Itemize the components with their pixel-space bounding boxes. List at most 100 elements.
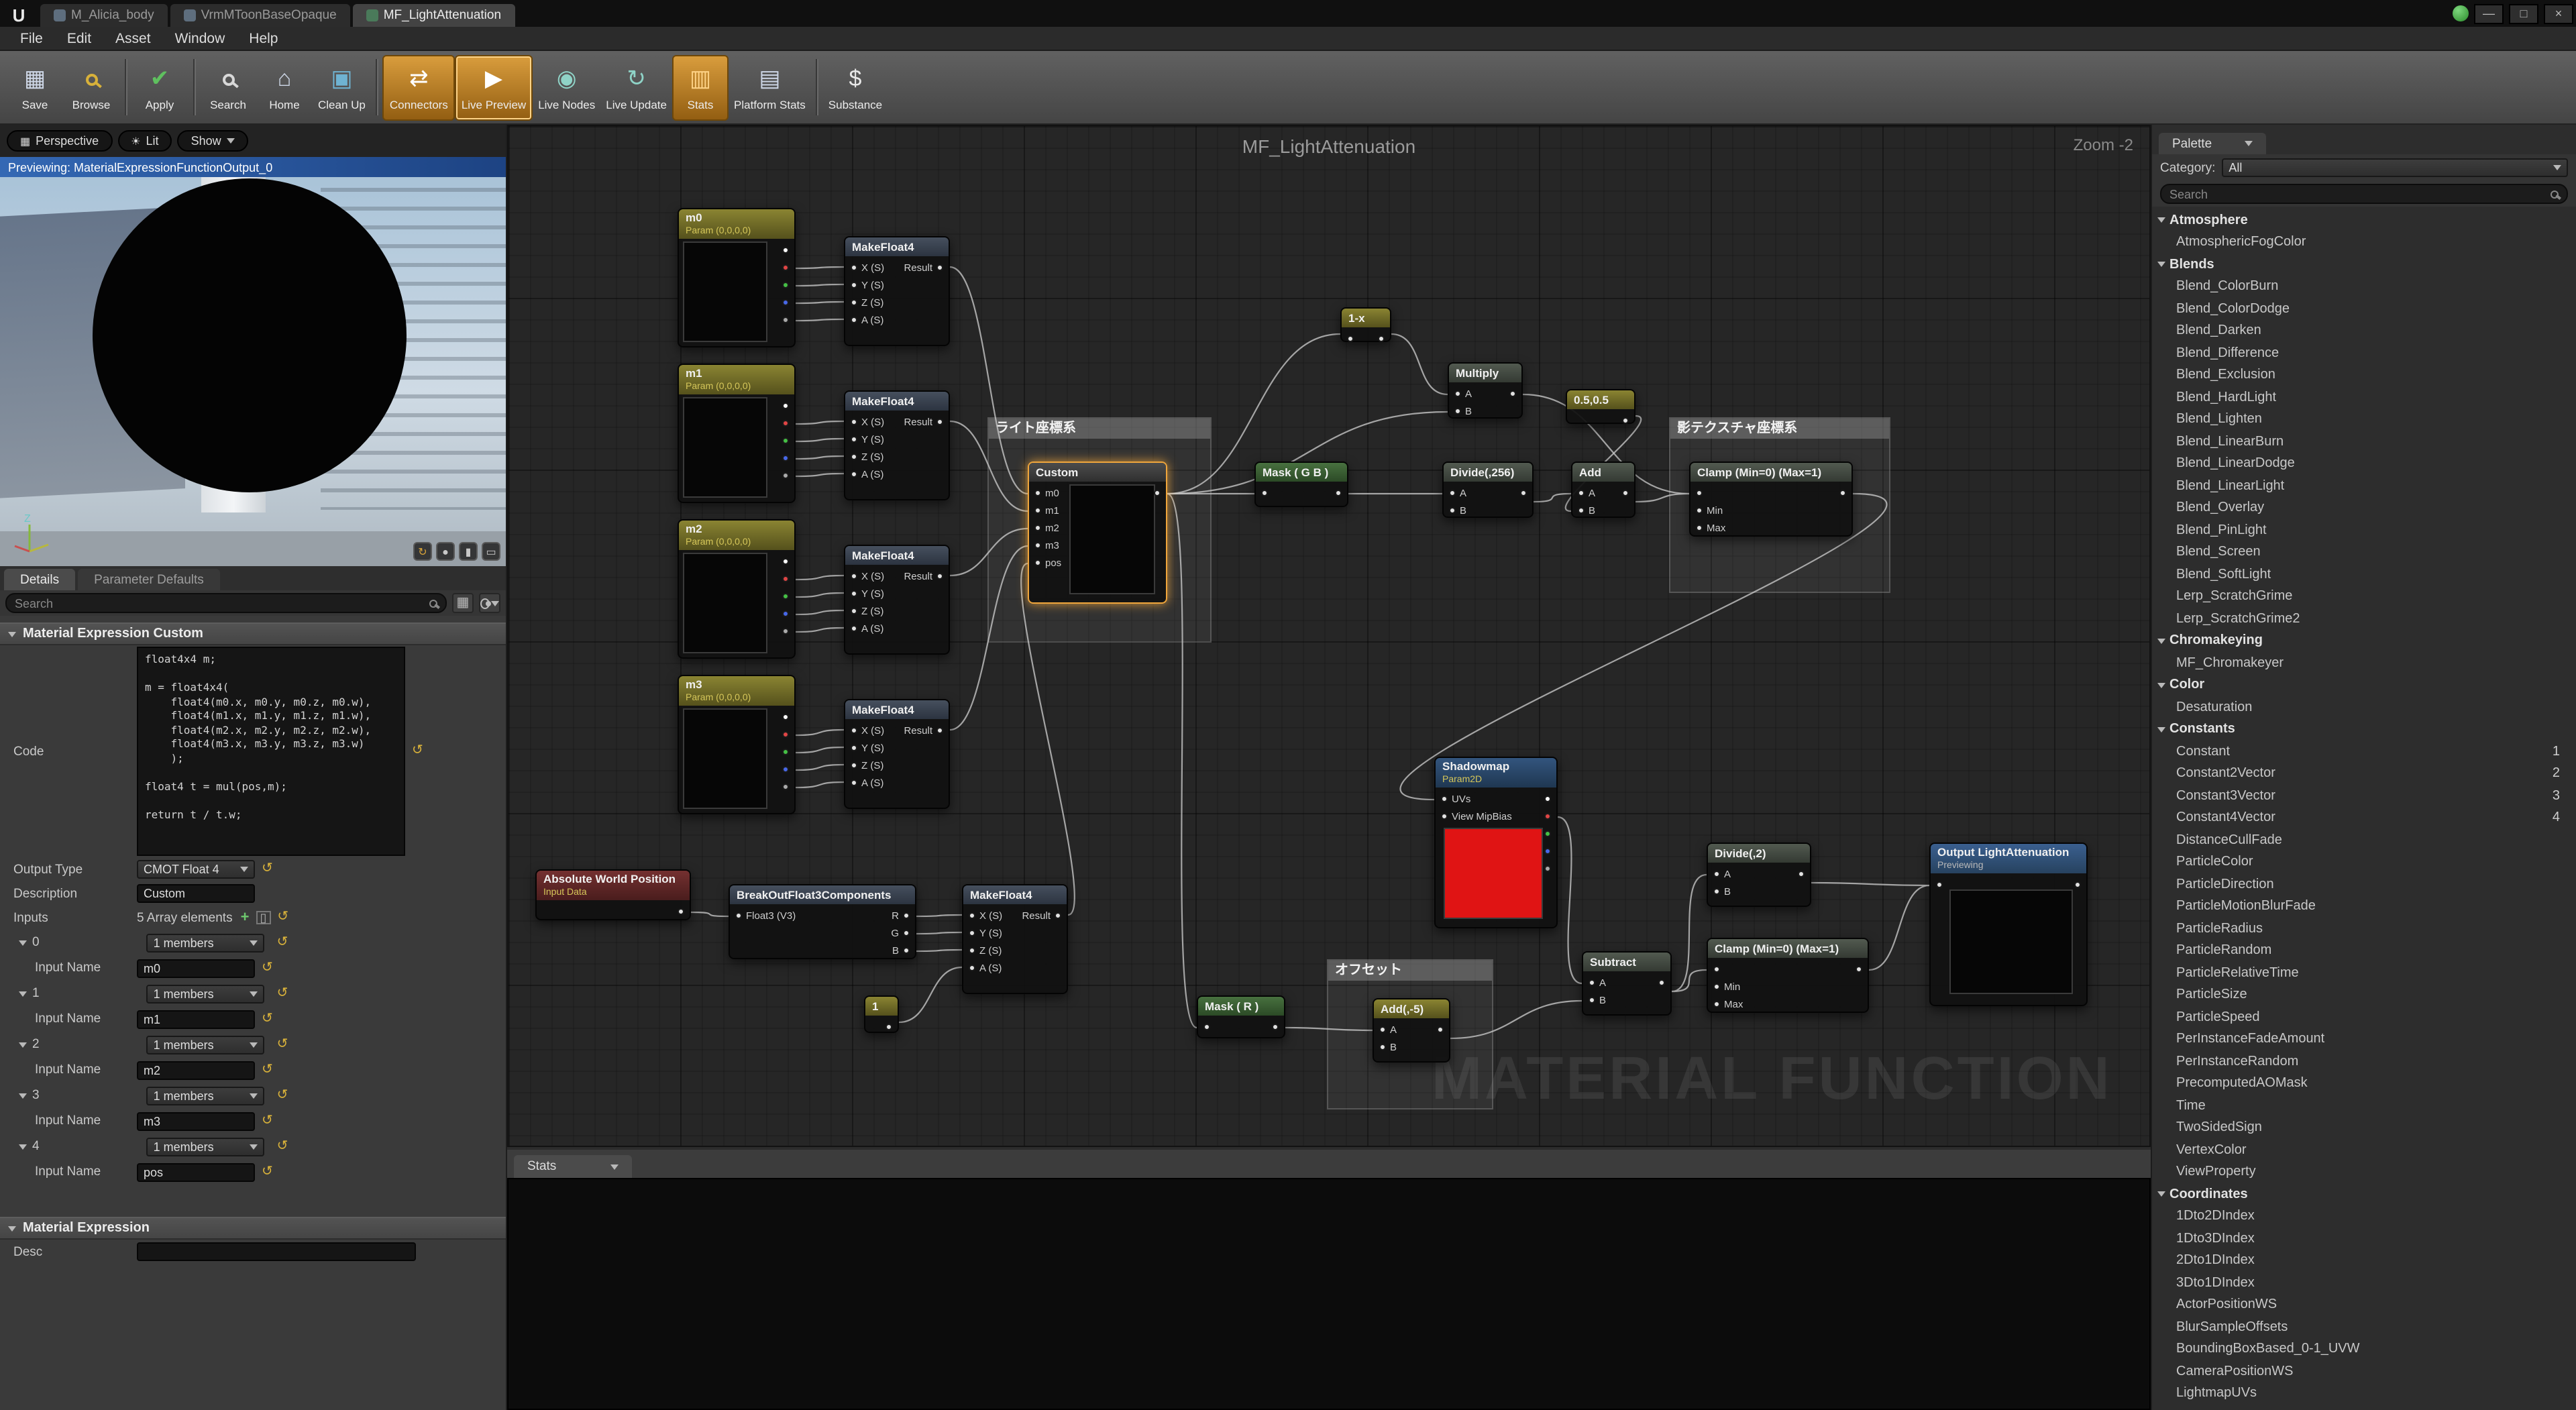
tab-palette[interactable]: Palette (2159, 133, 2265, 154)
node-pin[interactable]: Z (S) (845, 602, 890, 620)
node-pin[interactable] (1263, 1018, 1284, 1036)
palette-section-chromakeying[interactable]: Chromakeying (2152, 630, 2576, 652)
palette-item-ActorPositionWS[interactable]: ActorPositionWS (2152, 1294, 2576, 1316)
graph-node-one-minus-x[interactable]: 1-x (1340, 307, 1391, 342)
add-element-icon[interactable]: + (241, 910, 250, 926)
input-element-4-members-dropdown[interactable]: 1 members (147, 1137, 265, 1156)
palette-item-Blend_Overlay[interactable]: Blend_Overlay (2152, 497, 2576, 519)
node-pin[interactable]: B (885, 942, 915, 959)
reset-code-icon[interactable]: ↺ (412, 745, 423, 758)
palette-item-Constant4Vector[interactable]: Constant4Vector4 (2152, 807, 2576, 829)
palette-section-atmosphere[interactable]: Atmosphere (2152, 209, 2576, 231)
node-pin[interactable] (773, 241, 794, 259)
node-pin[interactable]: pos (1029, 554, 1067, 572)
graph-canvas[interactable]: MF_LightAttenuation Zoom -2 MATERIAL FUN… (507, 125, 2151, 1147)
node-pin[interactable]: Result (898, 259, 949, 276)
graph-node-makefloat4-2[interactable]: MakeFloat4X (S)Y (S)Z (S)A (S)Result (844, 390, 950, 500)
save-button[interactable]: ▦Save (7, 54, 63, 120)
tab-parameter-defaults[interactable]: Parameter Defaults (78, 569, 220, 590)
node-pin[interactable]: Z (S) (845, 294, 890, 311)
palette-item-Blend_Darken[interactable]: Blend_Darken (2152, 320, 2576, 342)
graph-node-output-light-attenuation[interactable]: Output LightAttenuationPreviewing (1929, 843, 2088, 1006)
section-material-expression[interactable]: Material Expression (0, 1217, 506, 1240)
node-pin[interactable] (1931, 876, 1952, 893)
palette-item-DistanceCullFade[interactable]: DistanceCullFade (2152, 829, 2576, 851)
node-pin[interactable]: B (1449, 402, 1477, 420)
node-pin[interactable] (1198, 1018, 1220, 1036)
plane-mesh-icon[interactable]: ▭ (482, 542, 500, 561)
graph-node-mask-gb[interactable]: Mask ( G B ) (1254, 462, 1348, 507)
node-pin[interactable]: m2 (1029, 519, 1067, 537)
palette-item-Blend_ColorBurn[interactable]: Blend_ColorBurn (2152, 276, 2576, 298)
node-pin[interactable] (1649, 974, 1670, 991)
node-pin[interactable]: A (1374, 1021, 1402, 1038)
palette-item-BlurSampleOffsets[interactable]: BlurSampleOffsets (2152, 1316, 2576, 1338)
node-pin[interactable]: View MipBias (1436, 808, 1517, 825)
palette-item-ParticleDirection[interactable]: ParticleDirection (2152, 873, 2576, 896)
section-material-expression-custom[interactable]: Material Expression Custom (0, 622, 506, 645)
perspective-viewport-button[interactable]: ▦Perspective (7, 130, 112, 152)
show-viewport-button[interactable]: Show (178, 130, 248, 152)
platform-stats-button[interactable]: ▤Platform Stats (729, 54, 811, 120)
palette-item-Blend_LinearDodge[interactable]: Blend_LinearDodge (2152, 453, 2576, 475)
node-pin[interactable] (773, 570, 794, 588)
live-nodes-button[interactable]: ◉Live Nodes (533, 54, 600, 120)
palette-item-Time[interactable]: Time (2152, 1095, 2576, 1117)
palette-item-3Dto1DIndex[interactable]: 3Dto1DIndex (2152, 1272, 2576, 1294)
input-element-4-name-field[interactable]: pos (137, 1162, 255, 1181)
node-pin[interactable] (773, 588, 794, 605)
input-element-2-members-dropdown[interactable]: 1 members (147, 1035, 265, 1054)
input-element-1-members-dropdown[interactable]: 1 members (147, 984, 265, 1003)
node-pin[interactable] (1144, 484, 1166, 502)
node-pin[interactable]: X (S) (845, 413, 890, 431)
graph-node-makefloat4-1[interactable]: MakeFloat4X (S)Y (S)Z (S)A (S)Result (844, 236, 950, 346)
graph-node-shadowmap[interactable]: ShadowmapParam2DUVsView MipBias (1434, 757, 1558, 928)
graph-node-absolute-world-position[interactable]: Absolute World PositionInput Data (535, 869, 691, 920)
node-pin[interactable]: A (1572, 484, 1601, 502)
node-pin[interactable] (773, 708, 794, 726)
input-element-2-header[interactable]: 21 members↺ (0, 1032, 506, 1057)
palette-item-Blend_LinearBurn[interactable]: Blend_LinearBurn (2152, 431, 2576, 453)
palette-item-AtmosphericFogColor[interactable]: AtmosphericFogColor (2152, 231, 2576, 254)
grid-view-icon[interactable]: ▦ (452, 593, 474, 613)
reset-icon[interactable]: ↺ (277, 1089, 288, 1102)
stats-output-area[interactable] (507, 1178, 2151, 1410)
graph-node-add[interactable]: AddAB (1571, 462, 1635, 518)
node-pin[interactable]: B (1583, 991, 1611, 1009)
palette-item-Blend_PinLight[interactable]: Blend_PinLight (2152, 519, 2576, 541)
graph-node-m1[interactable]: m1Param (0,0,0,0) (678, 364, 796, 503)
node-pin[interactable] (1326, 484, 1347, 502)
graph-node-makefloat4-5[interactable]: MakeFloat4X (S)Y (S)Z (S)A (S)Result (962, 884, 1068, 994)
palette-item-Blend_SoftLight[interactable]: Blend_SoftLight (2152, 563, 2576, 586)
tab-stats[interactable]: Stats (514, 1155, 631, 1178)
node-pin[interactable]: Min (1708, 978, 1748, 995)
palette-search-input[interactable]: Search (2160, 184, 2568, 204)
graph-node-add-neg[interactable]: Add(,-5)AB (1373, 998, 1450, 1063)
palette-item-ParticleColor[interactable]: ParticleColor (2152, 851, 2576, 873)
graph-node-makefloat4-4[interactable]: MakeFloat4X (S)Y (S)Z (S)A (S)Result (844, 699, 950, 809)
palette-item-ParticleRelativeTime[interactable]: ParticleRelativeTime (2152, 962, 2576, 984)
palette-item-1Dto2DIndex[interactable]: 1Dto2DIndex (2152, 1205, 2576, 1228)
palette-item-Blend_HardLight[interactable]: Blend_HardLight (2152, 386, 2576, 409)
palette-item-Blend_ColorDodge[interactable]: Blend_ColorDodge (2152, 298, 2576, 320)
node-pin[interactable]: A (1708, 865, 1736, 883)
palette-item-Blend_Difference[interactable]: Blend_Difference (2152, 342, 2576, 364)
node-pin[interactable] (1830, 484, 1851, 502)
preview-viewport[interactable]: ▦Perspective☀LitShow Previewing: Materia… (0, 125, 506, 566)
node-pin[interactable]: A (S) (963, 959, 1008, 977)
node-pin[interactable] (1428, 1021, 1449, 1038)
node-pin[interactable]: X (S) (963, 907, 1008, 924)
node-pin[interactable] (1846, 961, 1868, 978)
node-pin[interactable]: X (S) (845, 722, 890, 739)
home-button[interactable]: ⌂Home (256, 54, 313, 120)
palette-item-ParticleRandom[interactable]: ParticleRandom (2152, 940, 2576, 962)
palette-section-constants[interactable]: Constants (2152, 718, 2576, 741)
input-element-0-header[interactable]: 01 members↺ (0, 930, 506, 955)
lit-viewport-button[interactable]: ☀Lit (117, 130, 172, 152)
node-pin[interactable]: Y (S) (845, 431, 890, 448)
input-element-1-name-field[interactable]: m1 (137, 1010, 255, 1028)
node-pin[interactable]: Z (S) (845, 448, 890, 466)
node-pin[interactable]: Z (S) (963, 942, 1008, 959)
live-update-button[interactable]: ↻Live Update (600, 54, 672, 120)
node-pin[interactable]: Y (S) (845, 739, 890, 757)
